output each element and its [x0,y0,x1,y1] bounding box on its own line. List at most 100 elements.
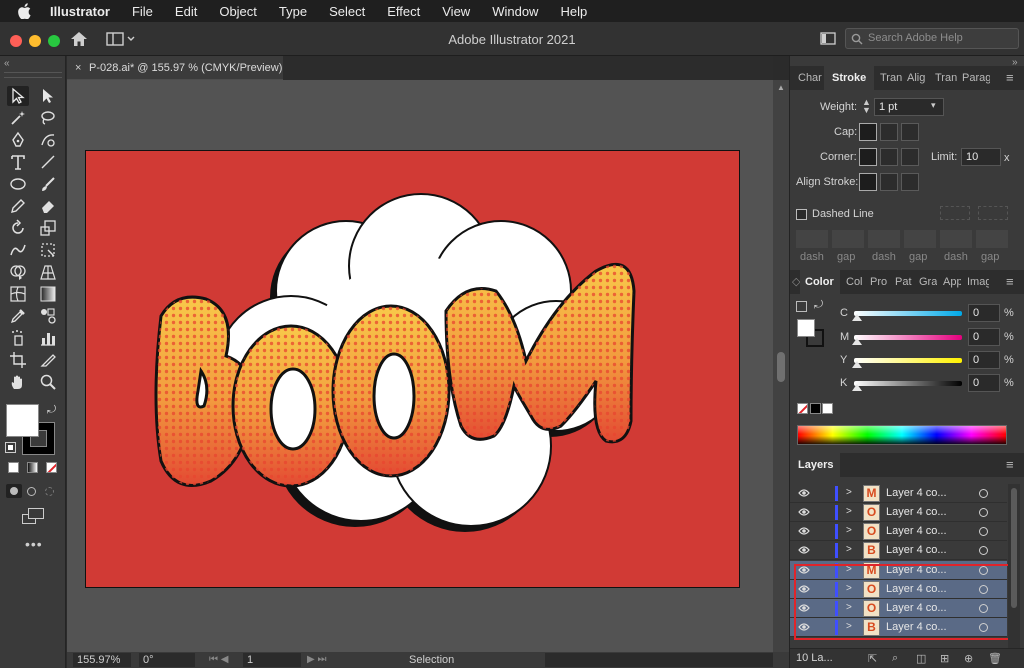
scale-tool-icon[interactable] [37,218,59,238]
magenta-slider[interactable] [854,335,962,340]
eyedropper-tool-icon[interactable] [7,306,29,326]
new-sublayer-icon[interactable]: ⊞ [940,652,949,665]
layers-scrollbar[interactable] [1008,484,1020,648]
layer-name[interactable]: Layer 4 co... [886,525,947,537]
menu-effect[interactable]: Effect [387,4,420,19]
tab-transparency[interactable]: Tran [880,66,902,90]
hand-tool-icon[interactable] [7,372,29,392]
color-panel-fill-swatch[interactable] [797,319,815,337]
draw-normal-icon[interactable] [6,484,22,498]
draw-inside-icon[interactable] [45,487,54,496]
target-circle-icon[interactable] [979,527,988,536]
visibility-eye-icon[interactable] [798,526,810,536]
new-layer-icon[interactable]: ⊕ [964,652,973,665]
warp-tool-icon[interactable] [7,240,29,260]
boom-artwork[interactable] [86,151,739,587]
layer-row[interactable]: > O Layer 4 co... [790,522,1007,541]
slice-tool-icon[interactable] [37,350,59,370]
edit-toolbar-icon[interactable]: ••• [25,536,43,552]
artboard[interactable] [85,150,740,588]
free-transform-tool-icon[interactable] [37,240,59,260]
dash-field-3[interactable] [940,230,972,248]
panel-grip[interactable] [4,72,62,78]
black-swatch[interactable] [810,403,821,414]
screen-mode-icon[interactable] [22,508,44,524]
menu-view[interactable]: View [442,4,470,19]
curvature-tool-icon[interactable] [37,130,59,150]
visibility-eye-icon[interactable] [798,488,810,498]
align-center-stroke-icon[interactable] [859,173,877,191]
dashed-line-checkbox[interactable] [796,209,807,220]
document-tab[interactable]: × P-028.ai* @ 155.97 % (CMYK/Preview) [67,56,283,80]
swap-fill-stroke-icon[interactable]: ⤾ [47,404,56,417]
round-cap-icon[interactable] [880,123,898,141]
eraser-tool-icon[interactable] [37,196,59,216]
help-search-input[interactable]: Search Adobe Help [845,28,1019,49]
column-graph-tool-icon[interactable] [37,328,59,348]
color-mode-icon[interactable] [8,462,19,473]
direct-selection-tool-icon[interactable] [37,86,59,106]
expand-chevron-icon[interactable]: > [846,487,852,498]
black-field[interactable]: 0 [968,374,1000,392]
tab-layers[interactable]: Layers [790,453,840,477]
magic-wand-tool-icon[interactable] [7,108,29,128]
none-mode-icon[interactable] [46,462,57,473]
paintbrush-tool-icon[interactable] [37,174,59,194]
tab-gradient[interactable]: Gra [919,270,937,294]
expand-chevron-icon[interactable]: > [846,506,852,517]
limit-field[interactable]: 10 [961,148,1001,166]
blend-tool-icon[interactable] [37,306,59,326]
artboard-number-field[interactable]: 1 [243,653,301,667]
cyan-slider[interactable] [854,311,962,316]
panel-layout-icon[interactable] [820,32,836,45]
dash-align-exact-icon[interactable] [940,206,970,220]
rotate-tool-icon[interactable] [7,218,29,238]
perspective-grid-tool-icon[interactable] [37,262,59,282]
menu-type[interactable]: Type [279,4,307,19]
menu-window[interactable]: Window [492,4,538,19]
first-artboard-icon[interactable]: ⏮ ◀ [209,653,228,667]
tab-image-trace[interactable]: Imag [967,270,989,294]
weight-dropdown-icon[interactable]: ▾ [931,100,936,111]
last-artboard-icon[interactable]: ▶ ⏭ [307,653,326,667]
magenta-slider-knob[interactable] [852,338,862,345]
selection-tool-icon[interactable] [7,86,29,106]
none-swatch[interactable] [797,403,808,414]
menu-object[interactable]: Object [219,4,257,19]
dash-align-corners-icon[interactable] [978,206,1008,220]
menu-edit[interactable]: Edit [175,4,197,19]
expand-chevron-icon[interactable]: > [846,525,852,536]
gradient-tool-icon[interactable] [37,284,59,304]
apple-logo-icon[interactable] [18,3,32,19]
mesh-tool-icon[interactable] [7,284,29,304]
tab-pathfinder[interactable]: Pat [895,270,913,294]
round-join-icon[interactable] [880,148,898,166]
color-panel-menu-icon[interactable]: ≡ [1006,270,1020,294]
collapse-panel-icon[interactable]: « [4,58,10,69]
dash-field-2[interactable] [868,230,900,248]
default-fill-stroke-icon[interactable] [796,301,807,312]
export-icon[interactable]: ⇱ [868,652,877,665]
layers-panel-menu-icon[interactable]: ≡ [1006,453,1020,477]
black-slider-knob[interactable] [852,384,862,391]
zoom-level-field[interactable]: 155.97% [73,653,131,667]
black-slider[interactable] [854,381,962,386]
menu-file[interactable]: File [132,4,153,19]
tab-align[interactable]: Alig [907,66,929,90]
dash-field-1[interactable] [796,230,828,248]
gap-field-2[interactable] [904,230,936,248]
layer-name[interactable]: Layer 4 co... [886,506,947,518]
clipping-mask-icon[interactable]: ◫ [916,652,926,665]
tab-color[interactable]: Color [800,270,840,294]
zoom-tool-icon[interactable] [37,372,59,392]
lasso-tool-icon[interactable] [37,108,59,128]
canvas-vertical-scrollbar[interactable]: ▲ [773,80,789,652]
pencil-tool-icon[interactable] [7,196,29,216]
visibility-eye-icon[interactable] [798,507,810,517]
shape-builder-tool-icon[interactable] [7,262,29,282]
swap-colors-icon[interactable]: ⤾ [814,299,823,312]
target-circle-icon[interactable] [979,546,988,555]
bevel-join-icon[interactable] [901,148,919,166]
ellipse-tool-icon[interactable] [7,174,29,194]
butt-cap-icon[interactable] [859,123,877,141]
